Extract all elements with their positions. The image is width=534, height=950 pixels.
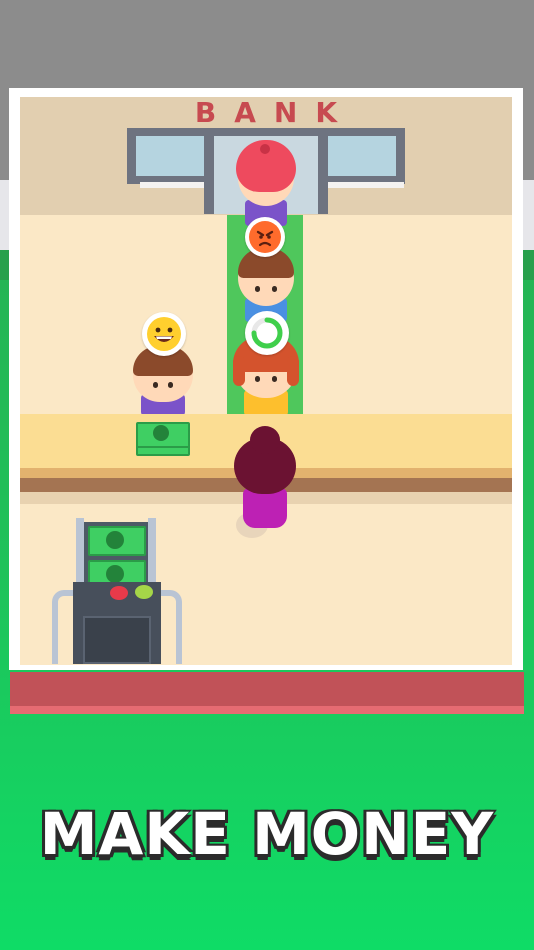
eye-right (272, 376, 277, 382)
cashier-hair-bun (250, 426, 280, 454)
loading-icon (245, 311, 289, 355)
queue-customer-1[interactable] (234, 140, 298, 226)
machine-green-button[interactable] (135, 585, 153, 599)
bank-ledge-lip (10, 706, 524, 714)
grin-face-icon (142, 312, 186, 356)
machine-red-button[interactable] (110, 586, 128, 600)
cashier-body (243, 488, 287, 528)
machine-panel (83, 616, 151, 664)
right-window-sill (328, 182, 404, 188)
left-window-sill (140, 182, 204, 188)
machine-rail-right (160, 590, 182, 664)
eye-left (255, 376, 260, 382)
eye-left (255, 286, 260, 292)
angry-face-icon (245, 217, 285, 257)
right-window (328, 136, 396, 176)
eye-right (272, 286, 277, 292)
eye-left (153, 382, 158, 388)
hair-side-left (233, 356, 245, 386)
cap-button (260, 144, 270, 154)
machine-bill-dot (106, 565, 124, 583)
bank-ledge (10, 672, 524, 708)
cashier-player[interactable] (233, 426, 297, 528)
promo-caption: MAKE MONEY (39, 800, 495, 868)
cash-stack-icon[interactable] (136, 420, 190, 456)
left-window (136, 136, 204, 176)
machine-rail-left (52, 590, 74, 664)
machine-post-left (76, 518, 84, 588)
eye-right (168, 382, 173, 388)
machine-post-right (148, 518, 156, 588)
bank-sign: BANK (194, 96, 356, 129)
machine-bill-dot (106, 531, 124, 549)
hair-side-right (287, 356, 299, 386)
